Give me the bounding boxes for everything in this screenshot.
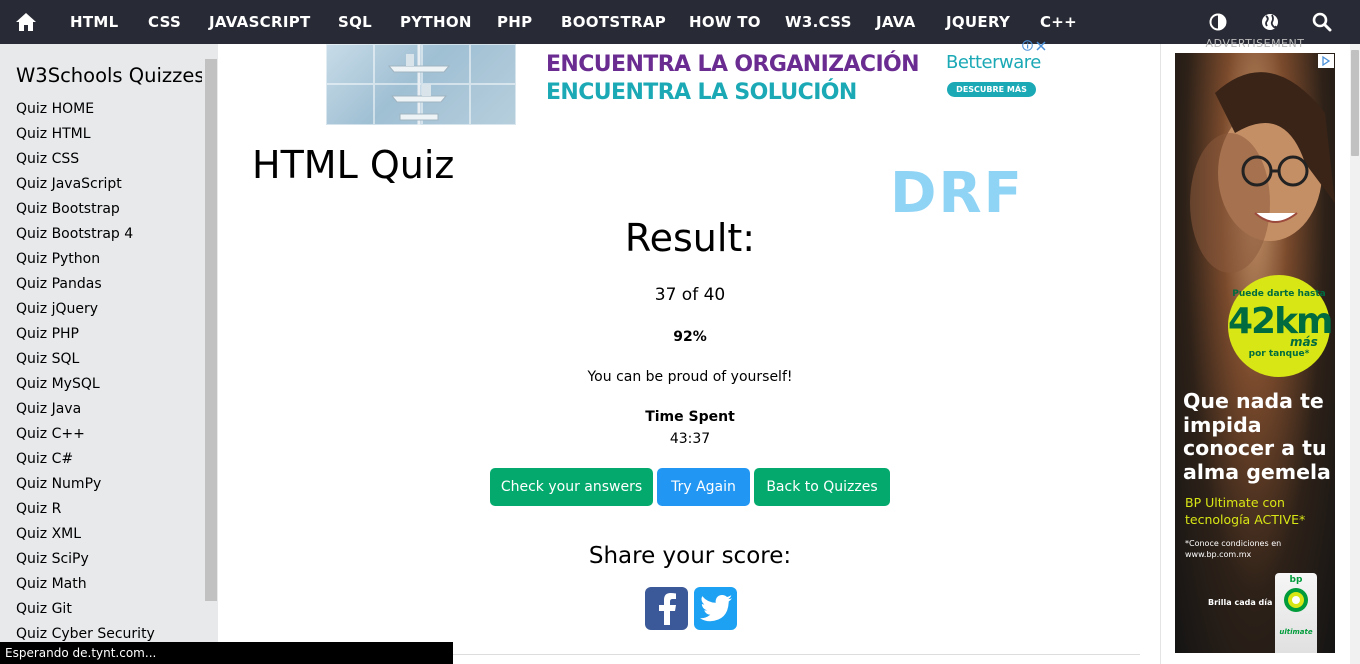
ad-close-icon[interactable] — [1036, 38, 1046, 56]
twitter-icon[interactable] — [694, 587, 737, 630]
ad-discover-button[interactable]: DESCUBRE MÁS — [947, 82, 1036, 97]
score-percent: 92% — [673, 329, 707, 345]
ad-info-icon[interactable] — [1022, 38, 1033, 56]
time-spent-value: 43:37 — [669, 431, 711, 447]
nav-sql[interactable]: SQL — [338, 0, 372, 44]
sidebar-link-quiz-python[interactable]: Quiz Python — [16, 249, 155, 274]
ad-subheadline: BP Ultimate con tecnología ACTIVE* — [1185, 495, 1306, 527]
sidebar-link-quiz-php[interactable]: Quiz PHP — [16, 324, 155, 349]
advertisement-label: ADVERTISEMENT — [1205, 37, 1305, 50]
page-title: HTML Quiz — [252, 143, 455, 187]
home-icon[interactable] — [4, 0, 48, 44]
sidebar-link-quiz-java[interactable]: Quiz Java — [16, 399, 155, 424]
ad-badge-extra: más — [1290, 335, 1318, 349]
ad-couple-photo — [1190, 72, 1335, 273]
ad-shower-shelf-image — [326, 44, 516, 125]
ad-headline-line-2: ENCUENTRA LA SOLUCIÓN — [546, 80, 857, 105]
browser-status-bar: Esperando de.tynt.com... — [0, 642, 453, 664]
adchoices-icon[interactable] — [1318, 54, 1334, 68]
drf-sticker: DRF — [890, 158, 1022, 230]
check-answers-button[interactable]: Check your answers — [490, 468, 653, 506]
sidebar-link-quiz-bootstrap[interactable]: Quiz Bootstrap — [16, 199, 155, 224]
sidebar-link-quiz-math[interactable]: Quiz Math — [16, 574, 155, 599]
ad-badge-bottom-text: por tanque* — [1248, 349, 1310, 359]
share-title: Share your score: — [588, 543, 792, 569]
sidebar-link-quiz-css[interactable]: Quiz CSS — [16, 149, 155, 174]
time-spent-label: Time Spent — [645, 409, 735, 425]
sidebar-link-quiz-sql[interactable]: Quiz SQL — [16, 349, 155, 374]
nav-w3css[interactable]: W3.CSS — [785, 0, 852, 44]
ad-can-brand: bp — [1289, 575, 1303, 585]
ad-tagline: Brilla cada día — [1208, 598, 1273, 607]
ad-headline-line-1: ENCUENTRA LA ORGANIZACIÓN — [546, 52, 920, 77]
sidebar-link-quiz-html[interactable]: Quiz HTML — [16, 124, 155, 149]
score-text: 37 of 40 — [654, 285, 726, 305]
drf-label: DRF — [890, 161, 1024, 226]
ad-controls — [1022, 40, 1050, 54]
sidebar-link-quiz-bootstrap-4[interactable]: Quiz Bootstrap 4 — [16, 224, 155, 249]
sidebar: W3Schools Quizzes Quiz HOME Quiz HTML Qu… — [0, 44, 218, 664]
result-message: You can be proud of yourself! — [587, 369, 793, 385]
sidebar-link-quiz-javascript[interactable]: Quiz JavaScript — [16, 174, 155, 199]
ad-fine-print: *Conoce condiciones en www.bp.com.mx — [1185, 539, 1282, 559]
ad-headline: Que nada te impida conocer a tu alma gem… — [1183, 389, 1331, 484]
nav-jquery[interactable]: JQUERY — [946, 0, 1010, 44]
sidebar-link-quiz-scipy[interactable]: Quiz SciPy — [16, 549, 155, 574]
top-navigation-bar: HTML CSS JAVASCRIPT SQL PYTHON PHP BOOTS… — [0, 0, 1360, 44]
nav-bootstrap[interactable]: BOOTSTRAP — [561, 0, 666, 44]
sidebar-link-quiz-r[interactable]: Quiz R — [16, 499, 155, 524]
ad-badge-top-text: Puede darte hasta — [1232, 289, 1326, 299]
ad-mileage-badge: Puede darte hasta 42km más por tanque* — [1228, 275, 1334, 377]
nav-javascript[interactable]: JAVASCRIPT — [209, 0, 311, 44]
nav-css[interactable]: CSS — [148, 0, 181, 44]
nav-java[interactable]: JAVA — [876, 0, 916, 44]
ad-can-label: ultimate — [1279, 628, 1313, 636]
sidebar-link-quiz-mysql[interactable]: Quiz MySQL — [16, 374, 155, 399]
nav-python[interactable]: PYTHON — [400, 0, 472, 44]
nav-php[interactable]: PHP — [497, 0, 532, 44]
nav-html[interactable]: HTML — [70, 0, 118, 44]
top-ad-banner[interactable]: ENCUENTRA LA ORGANIZACIÓN ENCUENTRA LA S… — [326, 40, 1056, 125]
sidebar-link-quiz-numpy[interactable]: Quiz NumPy — [16, 474, 155, 499]
right-column-divider — [1160, 44, 1161, 664]
back-to-quizzes-button[interactable]: Back to Quizzes — [754, 468, 890, 506]
bp-helios-icon — [1284, 588, 1308, 612]
try-again-button[interactable]: Try Again — [657, 468, 750, 506]
sidebar-link-list: Quiz HOME Quiz HTML Quiz CSS Quiz JavaSc… — [16, 99, 155, 649]
ad-product-can: bp ultimate — [1275, 573, 1317, 653]
sidebar-scrollbar-thumb[interactable] — [205, 59, 217, 601]
content-divider — [453, 654, 1140, 655]
sidebar-link-quiz-cpp[interactable]: Quiz C++ — [16, 424, 155, 449]
sidebar-link-quiz-xml[interactable]: Quiz XML — [16, 524, 155, 549]
sidebar-link-quiz-csharp[interactable]: Quiz C# — [16, 449, 155, 474]
sidebar-link-quiz-git[interactable]: Quiz Git — [16, 599, 155, 624]
sidebar-link-quiz-jquery[interactable]: Quiz jQuery — [16, 299, 155, 324]
result-title: Result: — [624, 216, 756, 260]
sidebar-title: W3Schools Quizzes — [16, 64, 205, 87]
right-ad-banner[interactable]: Puede darte hasta 42km más por tanque* Q… — [1175, 53, 1335, 653]
sidebar-link-quiz-pandas[interactable]: Quiz Pandas — [16, 274, 155, 299]
page-scrollbar-thumb[interactable] — [1351, 50, 1359, 156]
nav-how-to[interactable]: HOW TO — [689, 0, 761, 44]
facebook-icon[interactable] — [645, 587, 688, 630]
sidebar-link-quiz-home[interactable]: Quiz HOME — [16, 99, 155, 124]
